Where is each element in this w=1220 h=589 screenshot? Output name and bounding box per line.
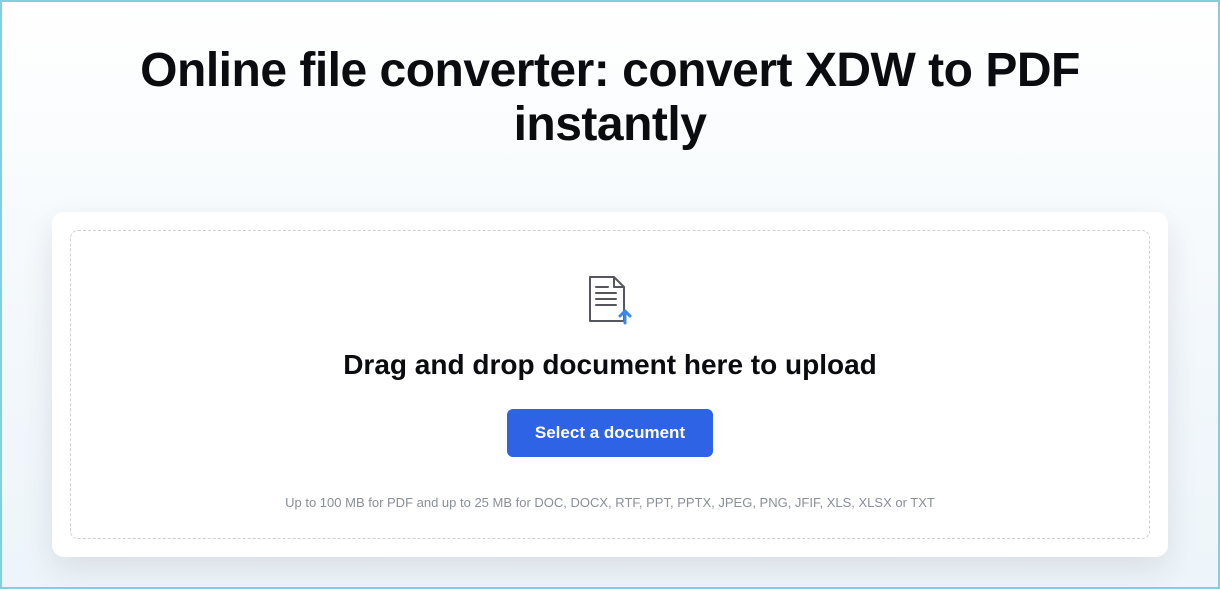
page-title: Online file converter: convert XDW to PD… bbox=[110, 44, 1110, 152]
upload-limits-text: Up to 100 MB for PDF and up to 25 MB for… bbox=[91, 495, 1129, 510]
upload-card: Drag and drop document here to upload Se… bbox=[52, 212, 1168, 557]
select-document-button[interactable]: Select a document bbox=[507, 409, 713, 457]
dropzone[interactable]: Drag and drop document here to upload Se… bbox=[70, 230, 1150, 539]
dropzone-heading: Drag and drop document here to upload bbox=[91, 349, 1129, 381]
document-upload-icon bbox=[91, 275, 1129, 325]
